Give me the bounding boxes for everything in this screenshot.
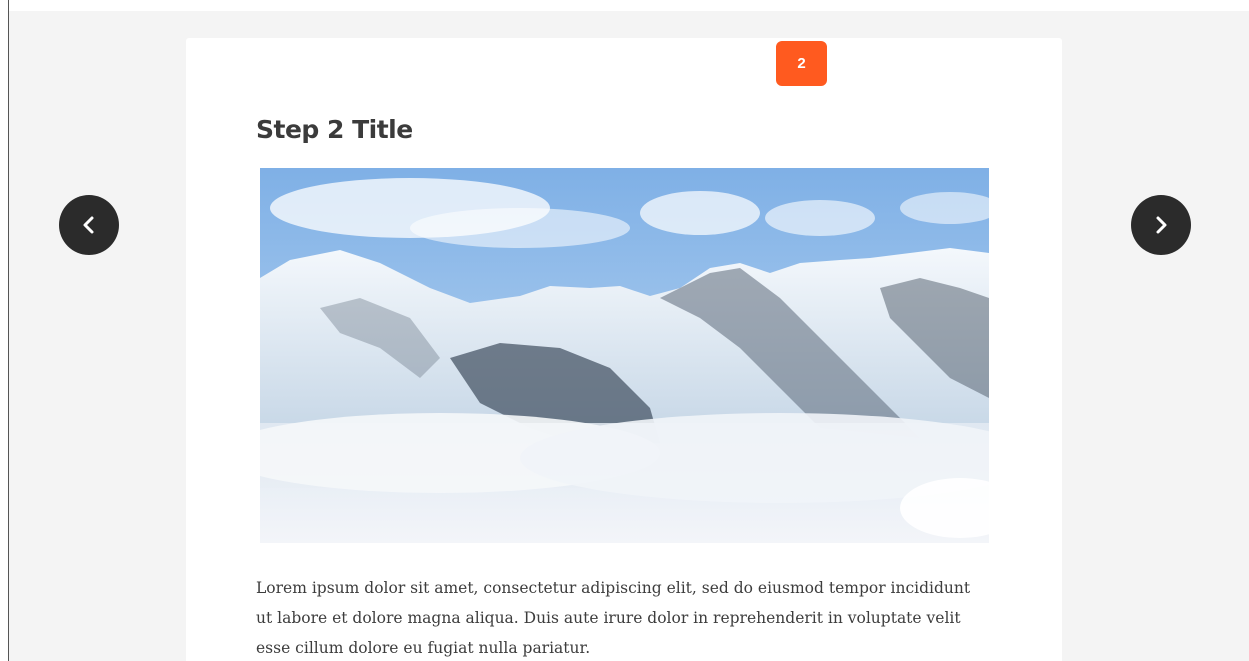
step-card: 2 Step 2 Title Lorem ipsum dolor sit ame… xyxy=(186,38,1062,661)
step-description: Lorem ipsum dolor sit amet, consectetur … xyxy=(256,579,971,657)
step-title: Step 2 Title xyxy=(256,115,413,144)
previous-step-button[interactable] xyxy=(59,195,119,255)
step-number-badge: 2 xyxy=(776,41,827,86)
next-step-button[interactable] xyxy=(1131,195,1191,255)
chevron-left-icon xyxy=(83,216,94,234)
chevron-right-icon xyxy=(1156,216,1167,234)
step-image xyxy=(260,168,989,543)
carousel-stage: 2 Step 2 Title Lorem ipsum dolor sit ame… xyxy=(9,11,1249,661)
